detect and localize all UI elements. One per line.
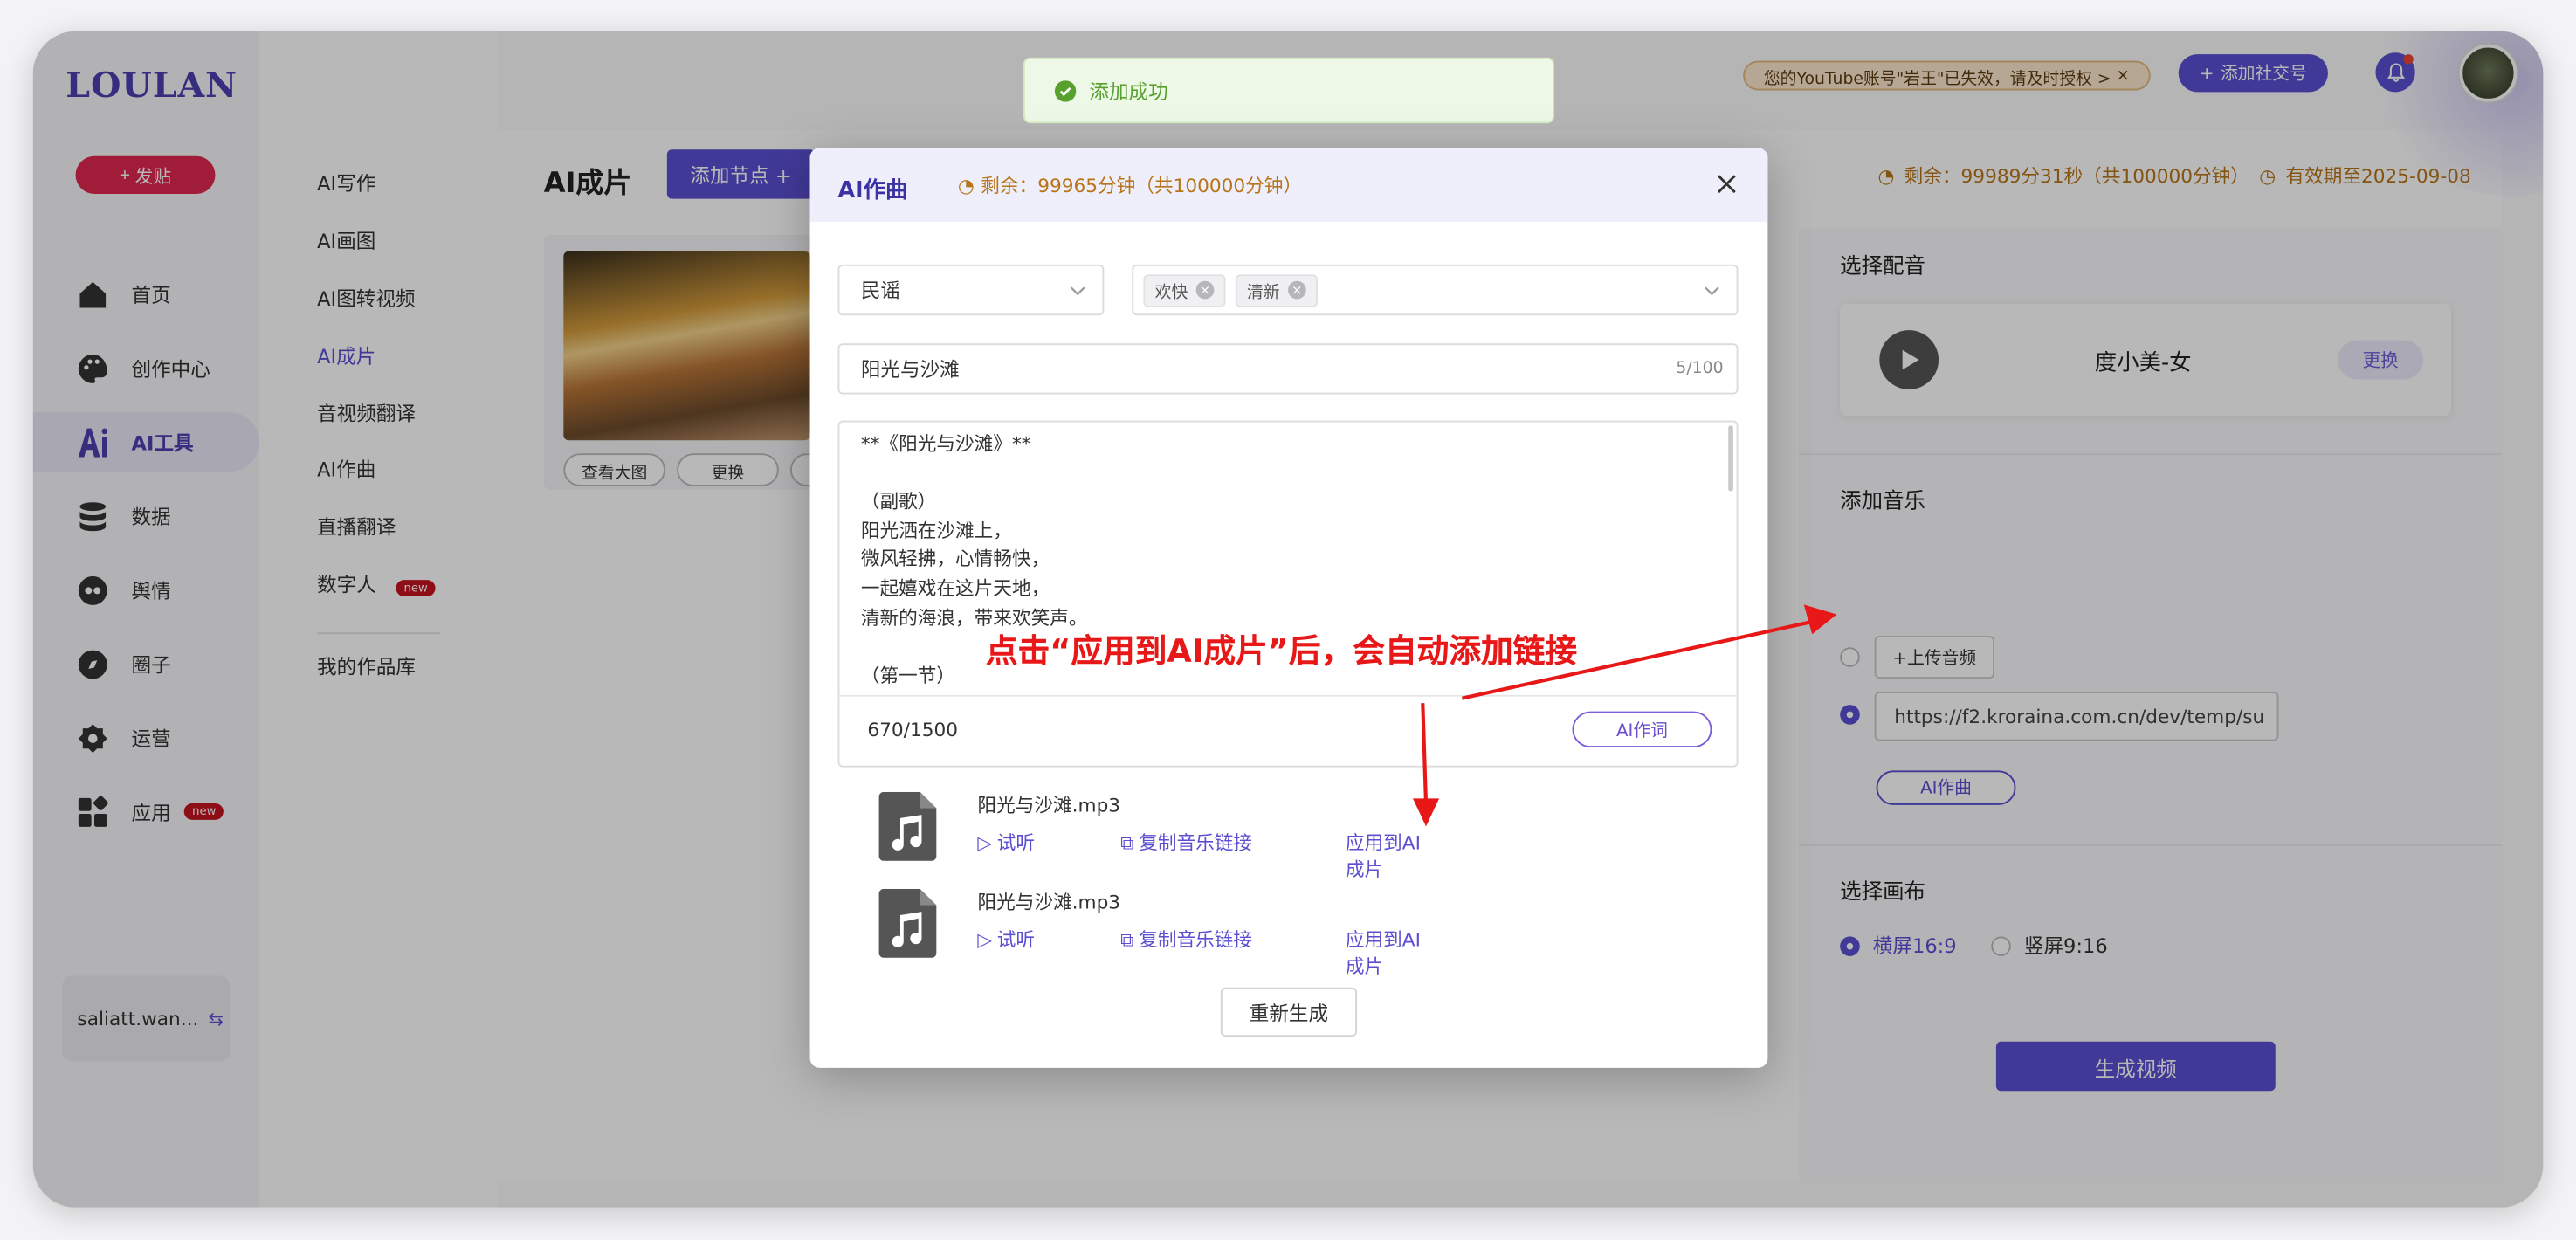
- check-circle-icon: [1054, 79, 1077, 101]
- music-file-icon: [878, 888, 937, 958]
- music-file-icon: [878, 791, 937, 861]
- apply-to-video-button[interactable]: 应用到AI成片: [1346, 830, 1437, 882]
- play-circle-icon: ▷: [977, 830, 993, 855]
- success-toast: 添加成功: [1023, 57, 1554, 124]
- tag-label: 清新: [1246, 284, 1280, 303]
- song-file-name: 阳光与沙滩.mp3: [977, 793, 1121, 817]
- pie-icon: ◔: [957, 174, 975, 197]
- listen-label: 试听: [996, 830, 1036, 855]
- chevron-down-icon: [1070, 286, 1085, 296]
- title-char-count: 5/100: [1676, 360, 1724, 378]
- tag-happy: 欢快 ×: [1143, 273, 1226, 307]
- remove-tag-icon[interactable]: ×: [1288, 280, 1306, 300]
- apply-to-video-button[interactable]: 应用到AI成片: [1346, 927, 1437, 979]
- scrollbar[interactable]: [1728, 425, 1733, 492]
- copy-icon: ⧉: [1120, 927, 1134, 951]
- copy-icon: ⧉: [1120, 830, 1134, 854]
- divider: [839, 694, 1737, 697]
- listen-label: 试听: [996, 927, 1036, 952]
- annotation-text: 点击“应用到AI成片”后，会自动添加链接: [985, 632, 1578, 671]
- mood-tags-select[interactable]: 欢快 × 清新 ×: [1132, 264, 1739, 316]
- close-icon[interactable]: [1713, 171, 1739, 197]
- song-item: 阳光与沙滩.mp3 ▷ 试听 ⧉ 复制音乐链接 应用到AI成片: [878, 791, 1438, 880]
- copy-link-button[interactable]: ⧉ 复制音乐链接: [1120, 830, 1252, 856]
- remove-tag-icon[interactable]: ×: [1195, 280, 1215, 300]
- copy-label: 复制音乐链接: [1139, 830, 1253, 855]
- genre-select[interactable]: 民谣: [837, 264, 1105, 316]
- genre-value: 民谣: [860, 279, 901, 303]
- dialog-header: AI作曲 ◔ 剩余：99965分钟（共100000分钟）: [809, 148, 1768, 222]
- dialog-title: AI作曲: [837, 177, 908, 204]
- song-item: 阳光与沙滩.mp3 ▷ 试听 ⧉ 复制音乐链接 应用到AI成片: [878, 888, 1438, 977]
- tag-label: 欢快: [1154, 284, 1188, 303]
- copy-link-button[interactable]: ⧉ 复制音乐链接: [1120, 927, 1252, 953]
- dialog-quota: ◔ 剩余：99965分钟（共100000分钟）: [958, 173, 1302, 199]
- lyrics-char-count: 670/1500: [867, 718, 959, 741]
- toast-text: 添加成功: [1089, 79, 1168, 103]
- copy-label: 复制音乐链接: [1139, 927, 1253, 952]
- app-window: LOULAN + 发贴 首页 创作中心 AI工具 数据 舆情 圈子 运营 应用 …: [32, 31, 2544, 1208]
- song-file-name: 阳光与沙滩.mp3: [977, 890, 1121, 914]
- chevron-down-icon: [1705, 286, 1719, 296]
- ai-lyrics-button[interactable]: AI作词: [1572, 711, 1712, 748]
- song-title-value: 阳光与沙滩: [860, 358, 960, 382]
- listen-button[interactable]: ▷ 试听: [977, 830, 1035, 856]
- play-circle-icon: ▷: [977, 927, 993, 952]
- lyrics-editor: **《阳光与沙滩》** （副歌） 阳光洒在沙滩上， 微风轻拂，心情畅快， 一起嬉…: [837, 420, 1739, 768]
- listen-button[interactable]: ▷ 试听: [977, 927, 1035, 953]
- dialog-quota-text: 剩余：99965分钟（共100000分钟）: [981, 174, 1303, 197]
- song-title-input[interactable]: 阳光与沙滩 5/100: [837, 343, 1739, 395]
- ai-compose-dialog: AI作曲 ◔ 剩余：99965分钟（共100000分钟） 民谣 欢快 × 清新 × …: [809, 148, 1768, 1068]
- regenerate-button[interactable]: 重新生成: [1220, 987, 1358, 1037]
- tag-fresh: 清新 ×: [1235, 273, 1318, 307]
